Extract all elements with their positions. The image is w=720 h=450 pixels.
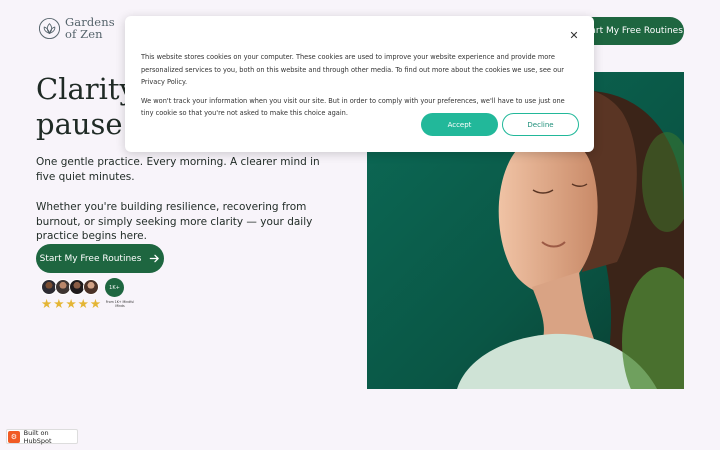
close-icon[interactable]: ✕ <box>568 30 580 42</box>
hubspot-sprocket-icon: ⚙ <box>8 430 20 443</box>
accept-cookies-button[interactable]: Accept <box>421 113 498 136</box>
avatar <box>83 279 99 295</box>
brand-logo[interactable]: Gardens of Zen <box>38 16 115 41</box>
hero-body-copy: Whether you're building resilience, reco… <box>36 201 313 242</box>
cookie-consent-text: This website stores cookies on your comp… <box>141 51 569 120</box>
brand-name: Gardens of Zen <box>65 16 115 41</box>
hero-cta-label: Start My Free Routines <box>39 253 142 264</box>
star-icon: ★ <box>65 296 77 311</box>
community-count-badge: 1K+ <box>105 278 124 297</box>
star-icon: ★ <box>53 296 65 311</box>
cookie-paragraph-1: This website stores cookies on your comp… <box>141 53 564 86</box>
lotus-icon <box>38 17 61 40</box>
brand-name-line2: of Zen <box>65 26 103 41</box>
built-on-hubspot-badge[interactable]: ⚙ Built on HubSpot <box>6 428 78 445</box>
hero-start-routines-button[interactable]: Start My Free Routines <box>36 244 164 273</box>
star-icon: ★ <box>41 296 53 311</box>
arrow-right-icon <box>150 254 160 263</box>
star-icon: ★ <box>77 296 89 311</box>
star-icon: ★ <box>89 296 102 311</box>
decline-cookies-button[interactable]: Decline <box>502 113 579 136</box>
star-rating: ★ ★ ★ ★ ★ <box>41 297 101 310</box>
hero-subline: One gentle practice. Every morning. A cl… <box>36 156 320 183</box>
hubspot-label: Built on HubSpot <box>23 428 52 445</box>
cookie-consent-banner: ✕ This website stores cookies on your co… <box>125 16 594 152</box>
testimonial-avatars: 1K+ <box>41 278 124 297</box>
community-count-label: From 1K+ Mindful Minds <box>105 300 135 308</box>
